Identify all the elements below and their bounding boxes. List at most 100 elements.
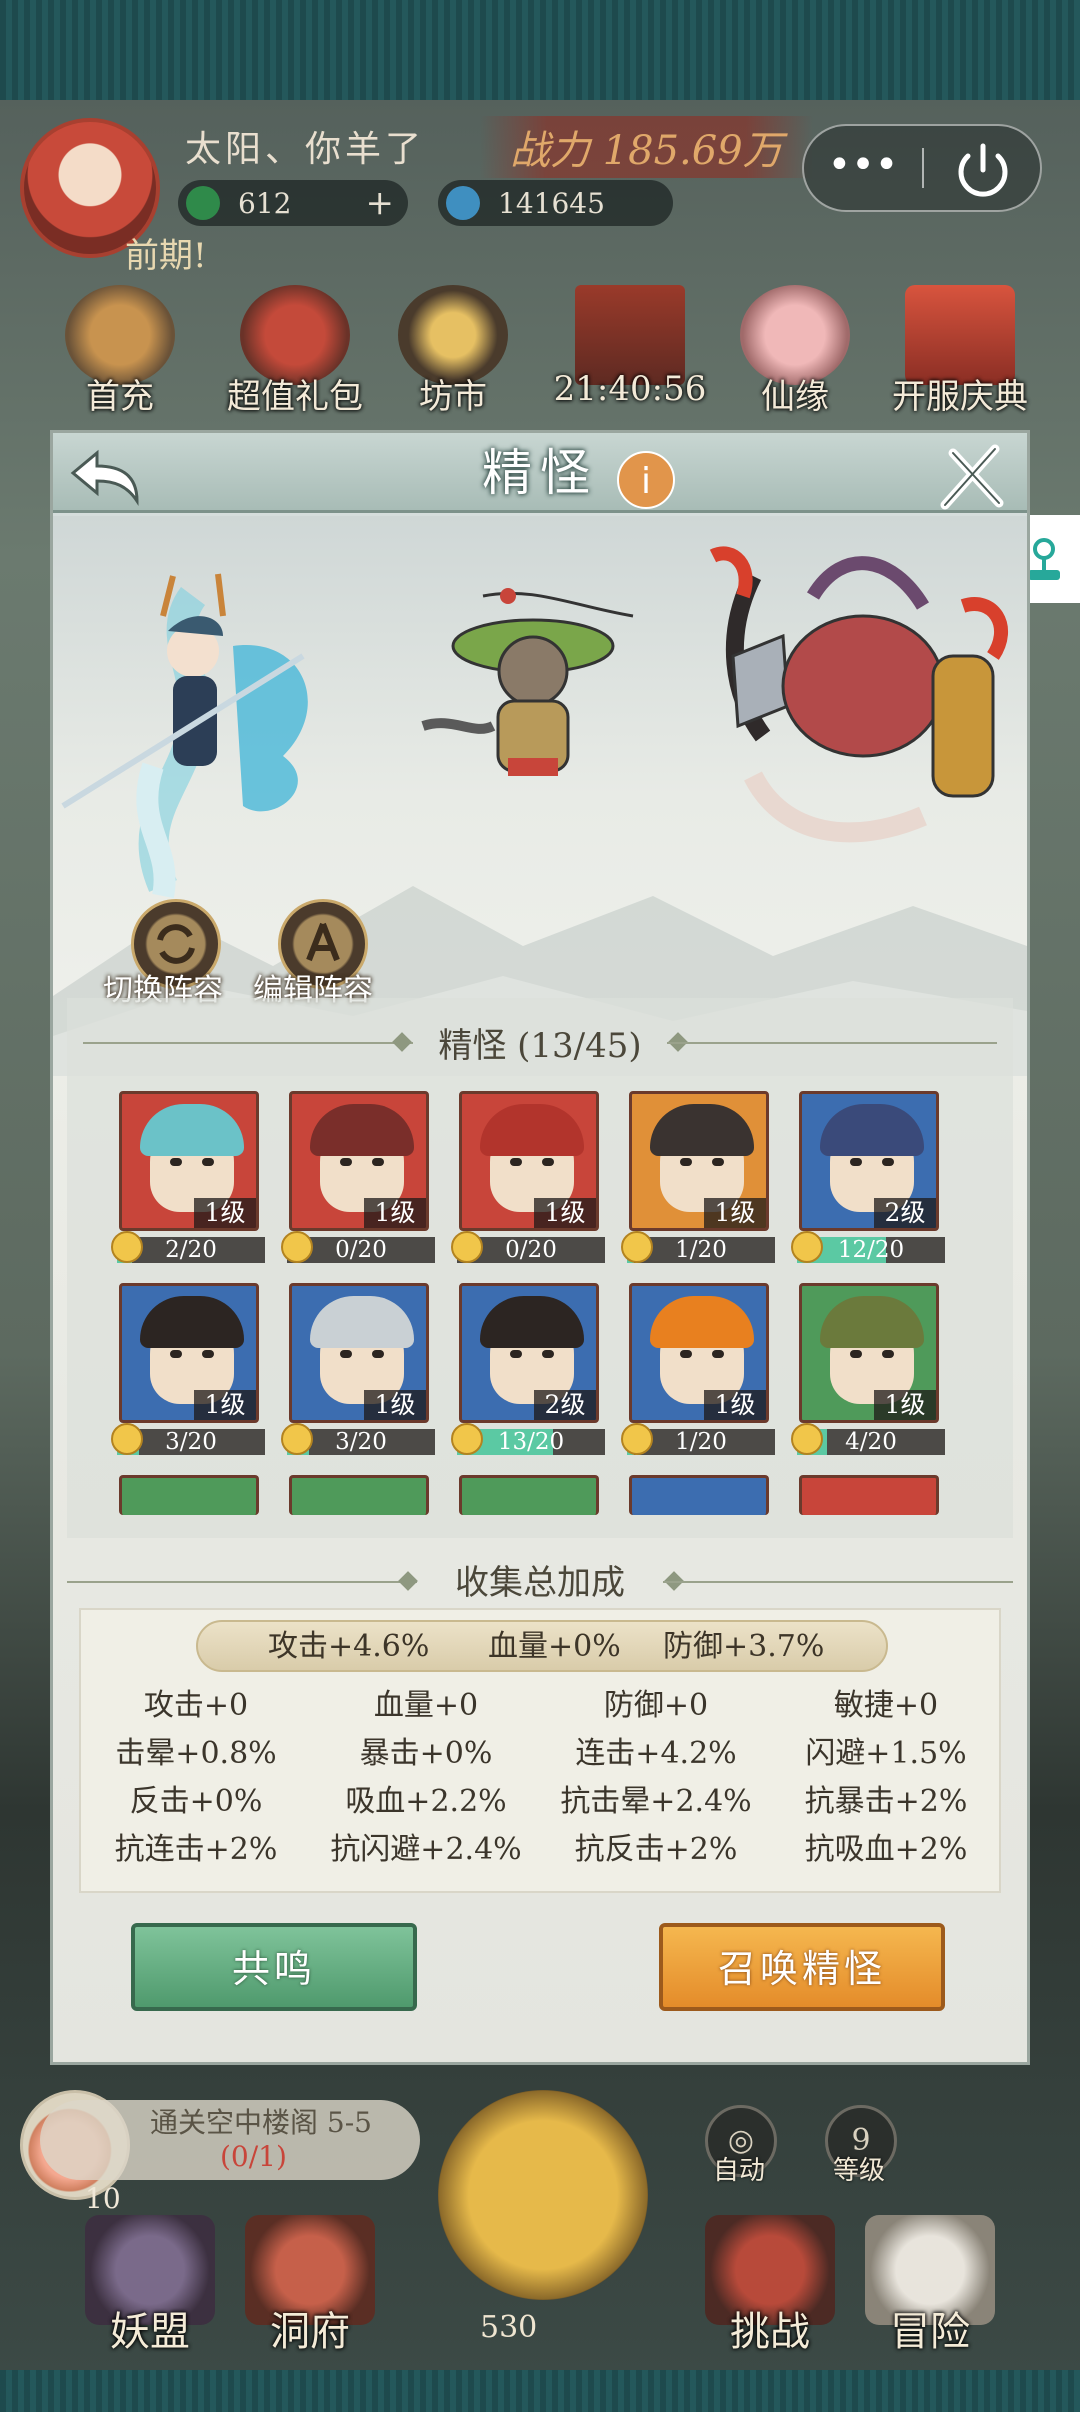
spirit-card-partial[interactable] xyxy=(459,1475,599,1515)
info-button[interactable]: i xyxy=(617,451,675,509)
top-banner xyxy=(0,0,1080,100)
event-timer-label: 21:40:56 xyxy=(553,369,707,409)
divider xyxy=(922,148,924,188)
spirit-card-partial[interactable] xyxy=(289,1475,429,1515)
event-label: 超值礼包 xyxy=(227,377,363,417)
card-level: 1级 xyxy=(364,1390,426,1420)
event-server-celebration[interactable]: 开服庆典 xyxy=(875,285,1045,418)
bonus-summary: 攻击+4.6% 血量+0% 防御+3.7% xyxy=(196,1620,888,1672)
jade-amount: 612 xyxy=(238,186,292,220)
spirit-card-partial[interactable] xyxy=(629,1475,769,1515)
card-level: 1级 xyxy=(874,1390,936,1420)
bonus-stat: 攻击+0 xyxy=(143,1688,249,1723)
nav-alliance[interactable]: 妖盟 xyxy=(70,2215,230,2365)
fragment-progress: 4/20 xyxy=(791,1423,945,1455)
dragon-maiden-figure[interactable] xyxy=(53,556,343,916)
spirit-card[interactable]: 1级 xyxy=(119,1283,259,1423)
portrait-hair xyxy=(310,1104,414,1156)
portrait-hair xyxy=(650,1296,754,1348)
spirit-card[interactable]: 1级 xyxy=(289,1091,429,1231)
spirit-card[interactable]: 1级 xyxy=(629,1091,769,1231)
portrait-eye xyxy=(510,1350,522,1358)
portrait-hair xyxy=(480,1296,584,1348)
power-icon[interactable] xyxy=(926,126,1040,210)
portrait-eye xyxy=(510,1158,522,1166)
fragment-count: 1/20 xyxy=(675,1237,727,1263)
portrait-hair xyxy=(480,1104,584,1156)
nav-cave[interactable]: 洞府 xyxy=(230,2215,390,2365)
portrait-eye xyxy=(340,1158,352,1166)
event-market[interactable]: 坊市 xyxy=(378,285,528,418)
bonus-stat: 抗暴击+2% xyxy=(804,1784,968,1819)
spirit-card[interactable]: 1级 xyxy=(629,1283,769,1423)
bonus-stat: 暴击+0% xyxy=(359,1736,493,1771)
bonus-stat: 连击+4.2% xyxy=(575,1736,737,1771)
fragment-count: 0/20 xyxy=(505,1237,557,1263)
spirit-card[interactable]: 2级 xyxy=(799,1091,939,1231)
portrait-eye xyxy=(712,1350,724,1358)
close-button[interactable] xyxy=(933,439,1013,515)
jade-icon xyxy=(186,186,220,220)
event-label: 仙缘 xyxy=(761,377,829,417)
summary-defense: 防御+3.7% xyxy=(663,1629,825,1664)
event-label: 开服庆典 xyxy=(892,377,1028,417)
event-timer[interactable]: 21:40:56 xyxy=(540,285,720,409)
portrait-hair xyxy=(140,1296,244,1348)
portrait-hair xyxy=(140,1104,244,1156)
event-gift-pack[interactable]: 超值礼包 xyxy=(210,285,380,418)
summon-spirit-button[interactable]: 召唤精怪 xyxy=(659,1923,945,2011)
nav-label: 挑战 xyxy=(730,2309,810,2355)
bonus-stat: 敏捷+0 xyxy=(833,1688,939,1723)
fragment-count: 4/20 xyxy=(845,1429,897,1455)
more-icon[interactable]: ••• xyxy=(804,126,922,210)
axe-button[interactable] xyxy=(438,2090,648,2300)
axe-count: 530 xyxy=(480,2310,538,2345)
bonus-stat: 吸血+2.2% xyxy=(345,1784,507,1819)
bonus-stat: 抗闪避+2.4% xyxy=(330,1832,522,1867)
modal-header: 精怪 i xyxy=(53,433,1027,513)
otter-figure[interactable] xyxy=(413,576,673,836)
nav-label: 冒险 xyxy=(890,2309,970,2355)
quest-count: 10 xyxy=(85,2182,121,2215)
portrait-eye xyxy=(170,1350,182,1358)
portrait-eye xyxy=(712,1158,724,1166)
bonus-stat: 抗击晕+2.4% xyxy=(560,1784,752,1819)
fragment-progress: 0/20 xyxy=(451,1231,605,1263)
spirit-card[interactable]: 1级 xyxy=(799,1283,939,1423)
spirit-card[interactable]: 1级 xyxy=(289,1283,429,1423)
fragment-count: 0/20 xyxy=(335,1237,387,1263)
fragment-count: 12/20 xyxy=(837,1237,905,1263)
quest-tracker[interactable]: 通关空中楼阁 5-5 (0/1) xyxy=(40,2100,420,2180)
nav-adventure[interactable]: 冒险 xyxy=(850,2215,1010,2365)
portrait-eye xyxy=(372,1350,384,1358)
portrait-eye xyxy=(850,1158,862,1166)
card-level: 1级 xyxy=(704,1390,766,1420)
nav-challenge[interactable]: 挑战 xyxy=(690,2215,850,2365)
resonate-button[interactable]: 共鸣 xyxy=(131,1923,417,2011)
fragment-progress: 13/20 xyxy=(451,1423,605,1455)
event-label: 首充 xyxy=(86,377,154,417)
event-first-charge[interactable]: 首充 xyxy=(45,285,195,418)
card-level: 1级 xyxy=(364,1198,426,1228)
nav-label: 妖盟 xyxy=(110,2309,190,2355)
bonus-stat: 防御+0 xyxy=(603,1688,709,1723)
quest-text: 通关空中楼阁 5-5 xyxy=(150,2106,372,2139)
demon-figure[interactable] xyxy=(693,536,1023,876)
bonus-box: 攻击+4.6% 血量+0% 防御+3.7% 攻击+0 血量+0 防御+0 敏捷+0 击晕… xyxy=(79,1608,1001,1893)
portrait-eye xyxy=(850,1350,862,1358)
spirit-card[interactable]: 1级 xyxy=(459,1091,599,1231)
spirit-card[interactable]: 1级 xyxy=(119,1091,259,1231)
spirit-card[interactable]: 2级 xyxy=(459,1283,599,1423)
bonus-title: 收集总加成 xyxy=(455,1563,625,1603)
spirit-card-partial[interactable] xyxy=(119,1475,259,1515)
quest-progress: (0/1) xyxy=(220,2140,287,2173)
portrait-hair xyxy=(310,1296,414,1348)
portrait-eye xyxy=(882,1350,894,1358)
crystal-icon xyxy=(446,186,480,220)
event-xianyuan[interactable]: 仙缘 xyxy=(720,285,870,418)
modal-title: 精怪 xyxy=(482,444,598,502)
auto-label: 自动 xyxy=(713,2156,766,2186)
portrait-eye xyxy=(340,1350,352,1358)
spirit-card-partial[interactable] xyxy=(799,1475,939,1515)
add-icon[interactable]: + xyxy=(366,183,395,223)
